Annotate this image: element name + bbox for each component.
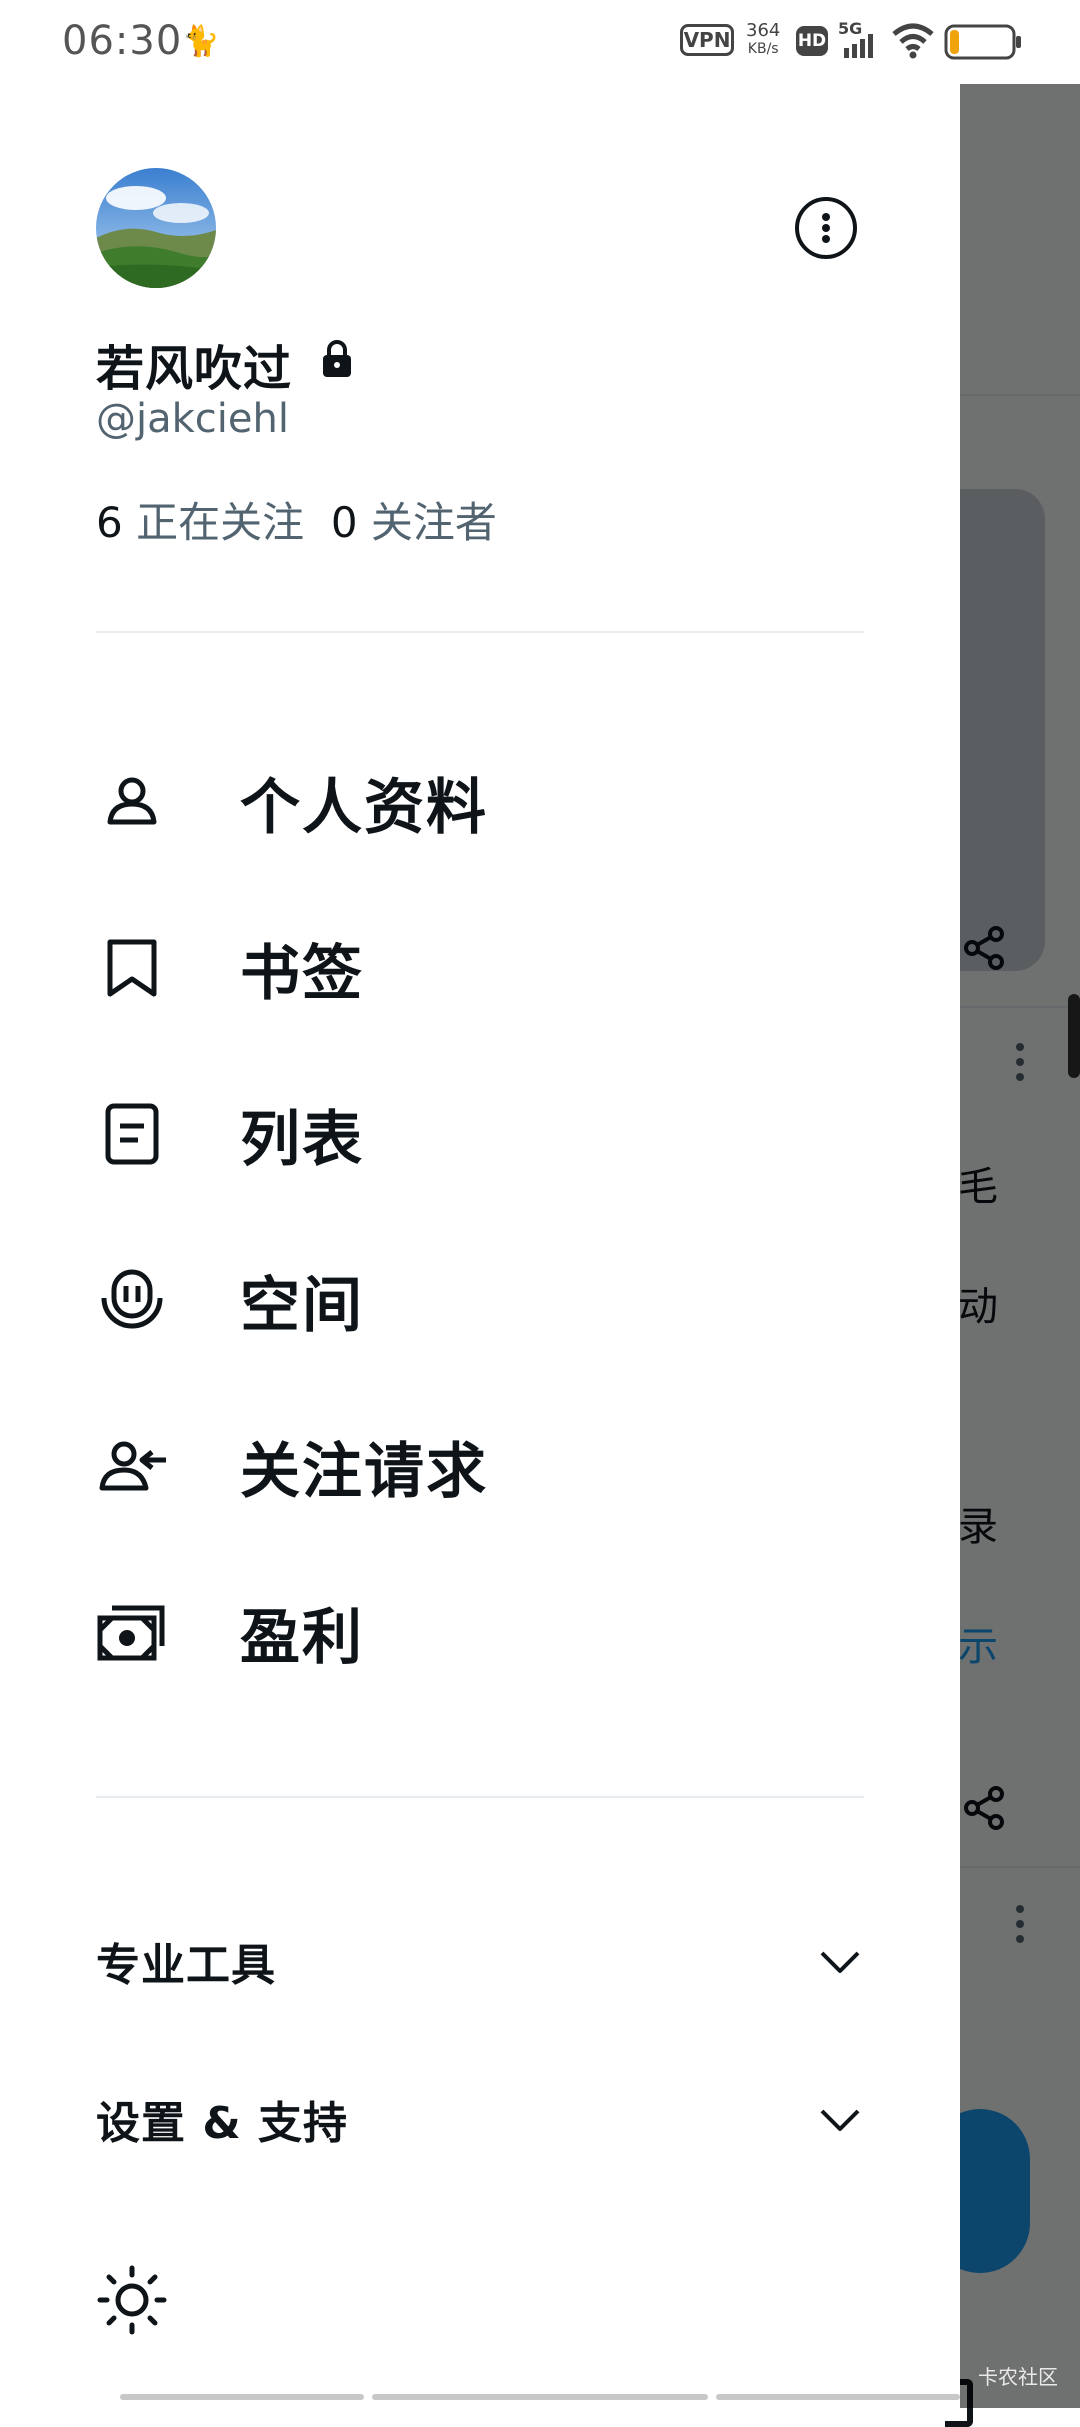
- menu-item-label: 列表: [240, 1104, 364, 1175]
- divider: [96, 1796, 864, 1798]
- avatar-landscape-image: [96, 168, 216, 288]
- menu-item-bookmarks[interactable]: 书签: [96, 908, 864, 1028]
- more-options-button[interactable]: [795, 197, 857, 259]
- following-count: 6: [96, 498, 123, 547]
- spaces-icon: [101, 1269, 163, 1329]
- more-dot: [822, 235, 830, 243]
- display-name[interactable]: 若风吹过: [96, 329, 292, 399]
- user-handle: @jakciehl: [96, 396, 289, 442]
- more-dot: [822, 224, 830, 232]
- chevron-down-icon: [820, 2109, 860, 2131]
- vpn-badge: VPN: [680, 24, 734, 56]
- following-link[interactable]: 6 正在关注: [96, 498, 304, 547]
- bookmark-icon: [107, 939, 157, 997]
- person-icon: [107, 777, 157, 825]
- notification-cat-icon: 🐈: [182, 24, 220, 59]
- followers-label: 关注者: [370, 498, 497, 547]
- following-label: 正在关注: [136, 498, 305, 547]
- speed-value: 364: [746, 20, 781, 41]
- battery-icon: [944, 24, 1021, 60]
- gesture-segment: [716, 2394, 960, 2400]
- followers-link[interactable]: 0 关注者: [331, 498, 497, 547]
- chevron-down-icon: [820, 1951, 860, 1973]
- follow-request-icon: [99, 1441, 166, 1491]
- menu-item-label: 关注请求: [240, 1436, 488, 1507]
- watermark: 卡农社区: [978, 2365, 1058, 2389]
- section-label: 专业工具: [96, 1940, 276, 1991]
- follow-stats: 6 正在关注 0 关注者: [96, 489, 497, 550]
- menu-item-monetization[interactable]: 盈利: [96, 1572, 864, 1692]
- wifi-icon: [892, 23, 934, 59]
- status-time: 06:30: [62, 18, 183, 64]
- status-bar: 06:30 🐈 VPN 364 KB/s HD 5G: [0, 0, 1080, 84]
- menu-item-follow-requests[interactable]: 关注请求: [96, 1406, 864, 1526]
- menu-item-label: 盈利: [240, 1602, 364, 1673]
- section-settings-support[interactable]: 设置 & 支持: [96, 2069, 864, 2169]
- network-speed: 364 KB/s: [746, 22, 780, 58]
- sun-icon[interactable]: [96, 2264, 168, 2336]
- gesture-segment: [372, 2394, 708, 2400]
- menu-item-lists[interactable]: 列表: [96, 1074, 864, 1194]
- menu-item-label: 空间: [240, 1270, 364, 1341]
- section-label: 设置 & 支持: [96, 2098, 349, 2149]
- battery-level: [950, 30, 959, 54]
- speed-unit: KB/s: [747, 41, 779, 57]
- gesture-bar: [0, 2394, 960, 2402]
- network-type: 5G: [838, 20, 862, 38]
- avatar[interactable]: [96, 168, 216, 288]
- navigation-drawer: 若风吹过 @jakciehl 6 正在关注 0 关注者 个人资料 书签 列表 空…: [0, 84, 960, 2408]
- lock-icon: [323, 340, 351, 377]
- more-dot: [822, 213, 830, 221]
- menu-item-profile[interactable]: 个人资料: [96, 742, 864, 862]
- list-icon: [105, 1103, 159, 1165]
- section-professional-tools[interactable]: 专业工具: [96, 1911, 864, 2011]
- menu-item-spaces[interactable]: 空间: [96, 1240, 864, 1360]
- monetization-icon: [97, 1605, 165, 1661]
- menu-item-label: 个人资料: [240, 772, 488, 843]
- menu-item-label: 书签: [240, 938, 364, 1009]
- cellular-signal-icon: 5G: [838, 20, 873, 58]
- hd-badge: HD: [796, 26, 828, 56]
- divider: [96, 631, 864, 633]
- followers-count: 0: [330, 498, 358, 547]
- gesture-segment: [120, 2394, 364, 2400]
